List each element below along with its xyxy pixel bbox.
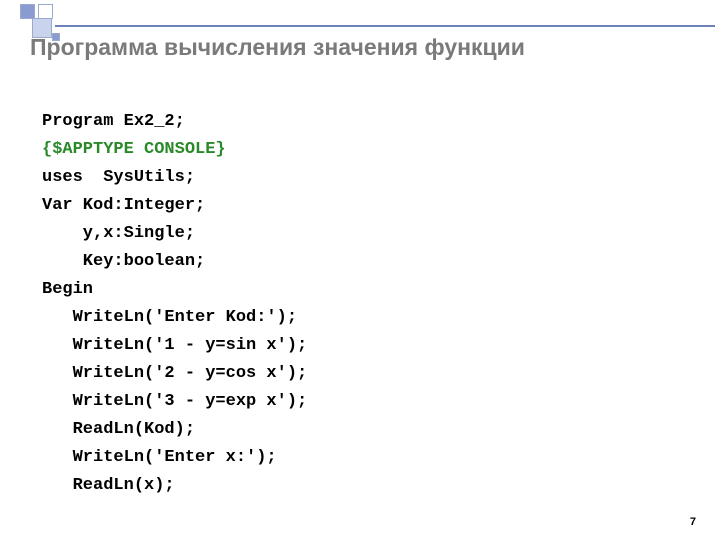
slide-title: Программа вычисления значения функции <box>30 34 525 61</box>
deco-square <box>38 4 53 19</box>
code-line: WriteLn('3 - y=exp x'); <box>42 392 307 411</box>
deco-rule <box>55 25 715 27</box>
code-line: Begin <box>42 280 93 299</box>
code-line: Key:boolean; <box>42 252 205 271</box>
code-line: WriteLn('2 - y=cos x'); <box>42 364 307 383</box>
code-line: uses SysUtils; <box>42 168 195 187</box>
code-line: y,x:Single; <box>42 224 195 243</box>
code-block: Program Ex2_2; {$APPTYPE CONSOLE} uses S… <box>42 80 307 500</box>
code-line: WriteLn('Enter Kod:'); <box>42 308 297 327</box>
page-number: 7 <box>690 516 696 528</box>
code-line: Program Ex2_2; <box>42 112 185 131</box>
deco-square <box>20 4 35 19</box>
code-line: Var Kod:Integer; <box>42 196 205 215</box>
code-line: WriteLn('1 - y=sin x'); <box>42 336 307 355</box>
code-line: {$APPTYPE CONSOLE} <box>42 140 226 159</box>
code-line: ReadLn(Kod); <box>42 420 195 439</box>
code-line: WriteLn('Enter x:'); <box>42 448 277 467</box>
code-line: ReadLn(x); <box>42 476 175 495</box>
